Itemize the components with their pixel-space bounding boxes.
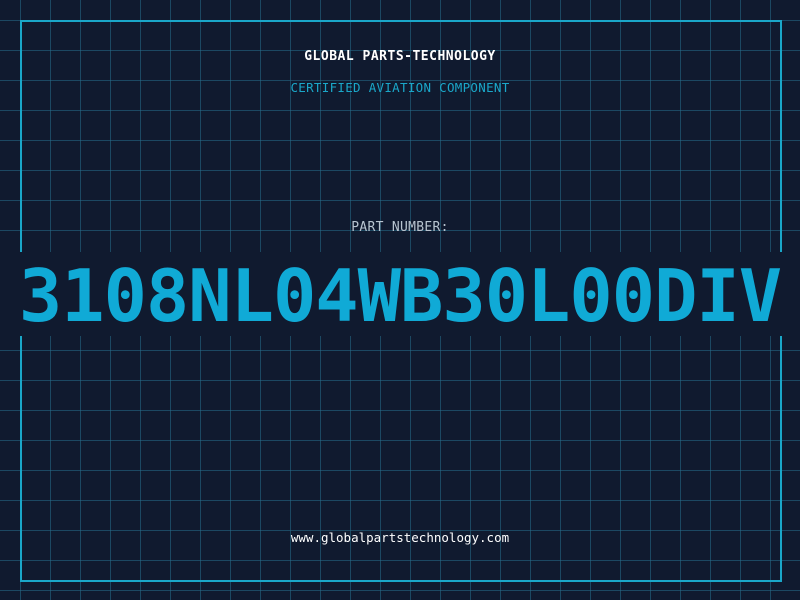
website-url[interactable]: www.globalpartstechnology.com — [0, 530, 800, 545]
part-number-label: PART NUMBER: — [351, 220, 449, 235]
part-number-value: 3108NL04WB30L00DIV — [18, 254, 782, 336]
part-number-band: 3108NL04WB30L00DIV — [0, 252, 800, 336]
subtitle: CERTIFIED AVIATION COMPONENT — [290, 80, 510, 95]
brand-title: GLOBAL PARTS-TECHNOLOGY — [304, 49, 496, 64]
